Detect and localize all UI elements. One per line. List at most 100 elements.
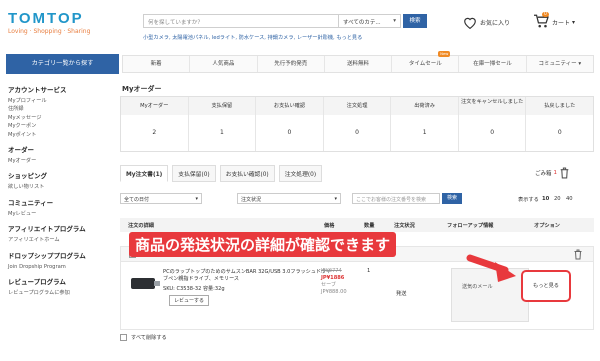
sidebar-section-review: レビュープログラム レビュープログラムに参加 bbox=[8, 276, 113, 297]
per-page-20[interactable]: 20 bbox=[554, 196, 561, 202]
summary-count-cancelled[interactable]: 0 bbox=[459, 115, 527, 151]
date-filter-value: 全ての日付 bbox=[124, 197, 150, 203]
sidebar-heading: コミュニティー bbox=[8, 198, 54, 207]
order-table-header: 注文の詳細 価格 数量 注文状況 フォローアップ情報 オプション bbox=[120, 218, 594, 232]
search-input[interactable]: 何を探していますか？ bbox=[143, 14, 339, 28]
col-details: 注文の詳細 bbox=[128, 223, 154, 229]
sidebar-item-coupons[interactable]: Myクーポン bbox=[8, 122, 113, 130]
heart-icon bbox=[464, 17, 476, 29]
summary-header-cell: 支払保留 bbox=[188, 97, 257, 115]
search-category-value: すべてのカテ... bbox=[343, 20, 381, 26]
trash-icon[interactable] bbox=[573, 249, 583, 260]
search-button[interactable]: 検索 bbox=[403, 14, 427, 28]
page-title: Myオーダー bbox=[122, 85, 162, 93]
summary-header-cell: Myオーダー bbox=[121, 97, 189, 115]
price-sale: JP¥1886 bbox=[321, 275, 345, 281]
nav-label: コミュニティー bbox=[538, 61, 577, 67]
status-filter-select[interactable]: 注文状況 ▾ bbox=[237, 193, 341, 204]
cart-label: カート bbox=[552, 19, 571, 27]
order-search-button[interactable]: 検索 bbox=[442, 193, 462, 204]
logo-tagline: Loving · Shopping · Sharing bbox=[8, 28, 91, 35]
view-more-button[interactable]: もっと見る bbox=[521, 270, 571, 302]
sidebar-item-join-dropship[interactable]: Join Dropship Program bbox=[8, 263, 113, 271]
trash-link[interactable]: ごみ箱 1 bbox=[535, 167, 570, 179]
sidebar-section-affiliate: アフィリエイトプログラム アフィリエイトホーム bbox=[8, 223, 113, 244]
summary-count-all[interactable]: 2 bbox=[121, 115, 189, 151]
trash-count: 1 bbox=[553, 170, 558, 176]
cart-link[interactable]: 0 カート ▾ bbox=[533, 12, 576, 30]
sidebar-item-profile[interactable]: Myプロフィール bbox=[8, 97, 113, 105]
select-all-label[interactable]: すべて削除する bbox=[131, 334, 167, 341]
product-thumbnail[interactable] bbox=[131, 278, 160, 289]
nav-item-community[interactable]: コミュニティー ▾ bbox=[527, 56, 593, 72]
sidebar-section-community: コミュニティー Myレビュー bbox=[8, 197, 113, 218]
per-page-10[interactable]: 10 bbox=[542, 196, 549, 202]
summary-count-pending[interactable]: 1 bbox=[189, 115, 257, 151]
tab-payment-confirm[interactable]: お支払い確認(0) bbox=[219, 165, 275, 182]
summary-header-cell: 注文をキャンセルしました bbox=[458, 97, 527, 115]
sidebar-item-messages[interactable]: Myメッセージ bbox=[8, 114, 113, 122]
nav-label: タイムセール bbox=[408, 61, 442, 67]
sidebar-section-shopping: ショッピング 欲しい物リスト bbox=[8, 170, 113, 191]
per-page-label: 表示する bbox=[518, 197, 539, 203]
order-filters: 全ての日付 ▾ 注文状況 ▾ ここでお客様の注文番号を検索 検索 表示する 10 2… bbox=[120, 193, 594, 205]
col-qty: 数量 bbox=[364, 223, 375, 229]
summary-header-cell: お支払い確認 bbox=[256, 97, 324, 115]
summary-count-refunded[interactable]: 0 bbox=[526, 115, 593, 151]
sidebar-item-my-reviews[interactable]: Myレビュー bbox=[8, 210, 113, 218]
sidebar-item-points[interactable]: Myポイント bbox=[8, 131, 113, 139]
main-nav: 新着 人気商品 先行予約発売 送料無料 タイムセール New 在庫一掃セール コミ… bbox=[122, 51, 594, 73]
date-filter-select[interactable]: 全ての日付 ▾ bbox=[120, 193, 202, 204]
sidebar-item-wishlist[interactable]: 欲しい物リスト bbox=[8, 183, 113, 191]
summary-header-row: Myオーダー 支払保留 お支払い確認 注文処理 出荷済み 注文をキャンセルしまし… bbox=[121, 97, 594, 115]
sidebar-item-affiliate-home[interactable]: アフィリエイトホーム bbox=[8, 236, 113, 244]
order-tabs: My注文書(1) 支払保留(0) お支払い確認(0) 注文処理(0) bbox=[120, 165, 323, 182]
nav-item-timesale[interactable]: タイムセール New bbox=[392, 51, 460, 72]
nav-label: 先行予約発売 bbox=[274, 61, 308, 67]
summary-count-processing[interactable]: 0 bbox=[324, 115, 392, 151]
order-qty: 1 bbox=[367, 268, 371, 274]
summary-count-shipped[interactable]: 1 bbox=[391, 115, 459, 151]
nav-item-free-shipping[interactable]: 送料無料 bbox=[325, 56, 393, 72]
nav-item-preorder[interactable]: 先行予約発売 bbox=[258, 56, 325, 72]
summary-header-cell: 払戻しました bbox=[526, 97, 594, 115]
product-name[interactable]: PCのラップトップのためのサムスンBAR 32G/USB 3.0フラッシュドライ… bbox=[163, 269, 333, 283]
sidebar-heading: アフィリエイトプログラム bbox=[8, 225, 86, 234]
order-search-input[interactable]: ここでお客様の注文番号を検索 bbox=[352, 193, 440, 204]
price-save: JP¥888.00 bbox=[321, 289, 347, 295]
price-original: JP¥2774 bbox=[321, 268, 342, 274]
summary-count-confirm[interactable]: 0 bbox=[256, 115, 324, 151]
nav-label: 新着 bbox=[150, 61, 162, 67]
chevron-down-icon: ▾ bbox=[195, 196, 198, 202]
nav-item-clearance[interactable]: 在庫一掃セール bbox=[459, 56, 527, 72]
category-menu-button[interactable]: カテゴリ一覧から探す bbox=[6, 54, 119, 74]
tab-my-orders[interactable]: My注文書(1) bbox=[120, 165, 169, 182]
annotation-callout: 商品の発送状況の詳細が確認できます bbox=[129, 232, 397, 257]
tab-pending-payment[interactable]: 支払保留(0) bbox=[172, 165, 216, 182]
per-page-40[interactable]: 40 bbox=[566, 196, 573, 202]
chevron-down-icon: ▾ bbox=[578, 61, 582, 67]
search-category-select[interactable]: すべてのカテ... ▾ bbox=[339, 14, 401, 28]
nav-item-popular[interactable]: 人気商品 bbox=[190, 56, 258, 72]
site-logo[interactable]: TOMTOP Loving · Shopping · Sharing bbox=[8, 10, 108, 35]
sidebar-item-my-orders[interactable]: Myオーダー bbox=[8, 157, 113, 165]
sidebar-heading: ショッピング bbox=[8, 172, 47, 181]
cart-count-badge: 0 bbox=[542, 12, 549, 17]
select-all-checkbox[interactable] bbox=[120, 334, 127, 341]
col-price: 価格 bbox=[324, 223, 335, 229]
nav-item-new[interactable]: 新着 bbox=[123, 56, 191, 72]
sidebar-item-join-review[interactable]: レビュープログラムに参加 bbox=[8, 289, 113, 297]
chevron-down-icon: ▾ bbox=[572, 18, 576, 26]
account-sidebar: アカウントサービス Myプロフィール 住所録 Myメッセージ Myクーポン My… bbox=[8, 84, 113, 302]
favorites-link[interactable]: お気に入り bbox=[463, 14, 510, 30]
sidebar-item-addresses[interactable]: 住所録 bbox=[8, 105, 113, 113]
sidebar-section-orders: オーダー Myオーダー bbox=[8, 144, 113, 165]
hot-keywords[interactable]: 小型カメラ, 太陽電池パネル, ledライト, 防水ケース, 持鍋カメラ, レー… bbox=[143, 34, 362, 41]
sidebar-heading: レビュープログラム bbox=[8, 278, 66, 287]
trash-icon bbox=[560, 167, 569, 179]
write-review-button[interactable]: レビューする bbox=[169, 295, 209, 306]
summary-header-cell: 注文処理 bbox=[323, 97, 392, 115]
select-all-row: すべて削除する bbox=[120, 334, 167, 341]
tab-processing[interactable]: 注文処理(0) bbox=[278, 165, 323, 182]
price-block: JP¥2774 JP¥1886 セーブ JP¥888.00 bbox=[321, 268, 347, 296]
